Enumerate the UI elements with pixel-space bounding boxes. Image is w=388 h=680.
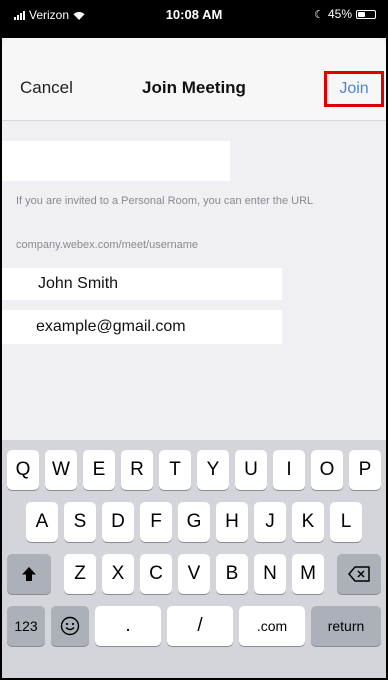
email-value: example@gmail.com bbox=[36, 318, 186, 335]
name-field[interactable]: John Smith bbox=[2, 268, 282, 300]
email-field[interactable]: example@gmail.com bbox=[2, 310, 282, 344]
url-format-hint: company.webex.com/meet/username bbox=[16, 239, 198, 251]
keyboard: Q W E R T Y U I O P A S D F G H J K L Z … bbox=[2, 440, 386, 678]
key-d[interactable]: D bbox=[102, 502, 134, 542]
navigation-bar: Cancel Join Meeting Join bbox=[2, 38, 386, 121]
key-y[interactable]: Y bbox=[197, 450, 229, 490]
key-n[interactable]: N bbox=[254, 554, 286, 594]
battery-percent: 45% bbox=[327, 7, 352, 21]
key-l[interactable]: L bbox=[330, 502, 362, 542]
key-b[interactable]: B bbox=[216, 554, 248, 594]
key-r[interactable]: R bbox=[121, 450, 153, 490]
battery-icon bbox=[356, 9, 376, 19]
battery-fill bbox=[358, 11, 366, 17]
key-v[interactable]: V bbox=[178, 554, 210, 594]
backspace-key[interactable] bbox=[337, 554, 381, 594]
key-m[interactable]: M bbox=[292, 554, 324, 594]
keyboard-row-4: 123 . / .com return bbox=[2, 606, 386, 646]
key-a[interactable]: A bbox=[26, 502, 58, 542]
key-j[interactable]: J bbox=[254, 502, 286, 542]
key-k[interactable]: K bbox=[292, 502, 324, 542]
key-h[interactable]: H bbox=[216, 502, 248, 542]
key-g[interactable]: G bbox=[178, 502, 210, 542]
dotcom-key[interactable]: .com bbox=[239, 606, 305, 646]
key-x[interactable]: X bbox=[102, 554, 134, 594]
backspace-icon bbox=[348, 566, 370, 582]
key-c[interactable]: C bbox=[140, 554, 172, 594]
keyboard-row-3: Z X C V B N M bbox=[2, 554, 386, 594]
key-o[interactable]: O bbox=[311, 450, 343, 490]
dot-key[interactable]: . bbox=[95, 606, 161, 646]
shift-icon bbox=[22, 567, 36, 581]
shift-key[interactable] bbox=[7, 554, 51, 594]
key-z[interactable]: Z bbox=[64, 554, 96, 594]
key-f[interactable]: F bbox=[140, 502, 172, 542]
emoji-icon bbox=[60, 616, 80, 636]
key-s[interactable]: S bbox=[64, 502, 96, 542]
key-p[interactable]: P bbox=[349, 450, 381, 490]
key-i[interactable]: I bbox=[273, 450, 305, 490]
key-w[interactable]: W bbox=[45, 450, 77, 490]
numbers-key[interactable]: 123 bbox=[7, 606, 45, 646]
phone-screen: Verizon 10:08 AM ☾ 45% Cancel Join Meeti… bbox=[0, 0, 388, 680]
status-bar: Verizon 10:08 AM ☾ 45% bbox=[2, 2, 386, 38]
key-q[interactable]: Q bbox=[7, 450, 39, 490]
return-key[interactable]: return bbox=[311, 606, 381, 646]
key-u[interactable]: U bbox=[235, 450, 267, 490]
join-button[interactable]: Join bbox=[324, 71, 384, 107]
meeting-number-field[interactable] bbox=[2, 141, 230, 181]
emoji-key[interactable] bbox=[51, 606, 89, 646]
join-button-label: Join bbox=[339, 80, 369, 97]
personal-room-hint: If you are invited to a Personal Room, y… bbox=[16, 195, 314, 207]
do-not-disturb-icon: ☾ bbox=[314, 8, 324, 21]
keyboard-row-2: A S D F G H J K L bbox=[2, 502, 386, 542]
battery-group: ☾ 45% bbox=[314, 7, 376, 21]
key-t[interactable]: T bbox=[159, 450, 191, 490]
slash-key[interactable]: / bbox=[167, 606, 233, 646]
name-value: John Smith bbox=[38, 275, 119, 292]
key-e[interactable]: E bbox=[83, 450, 115, 490]
keyboard-row-1: Q W E R T Y U I O P bbox=[2, 450, 386, 490]
